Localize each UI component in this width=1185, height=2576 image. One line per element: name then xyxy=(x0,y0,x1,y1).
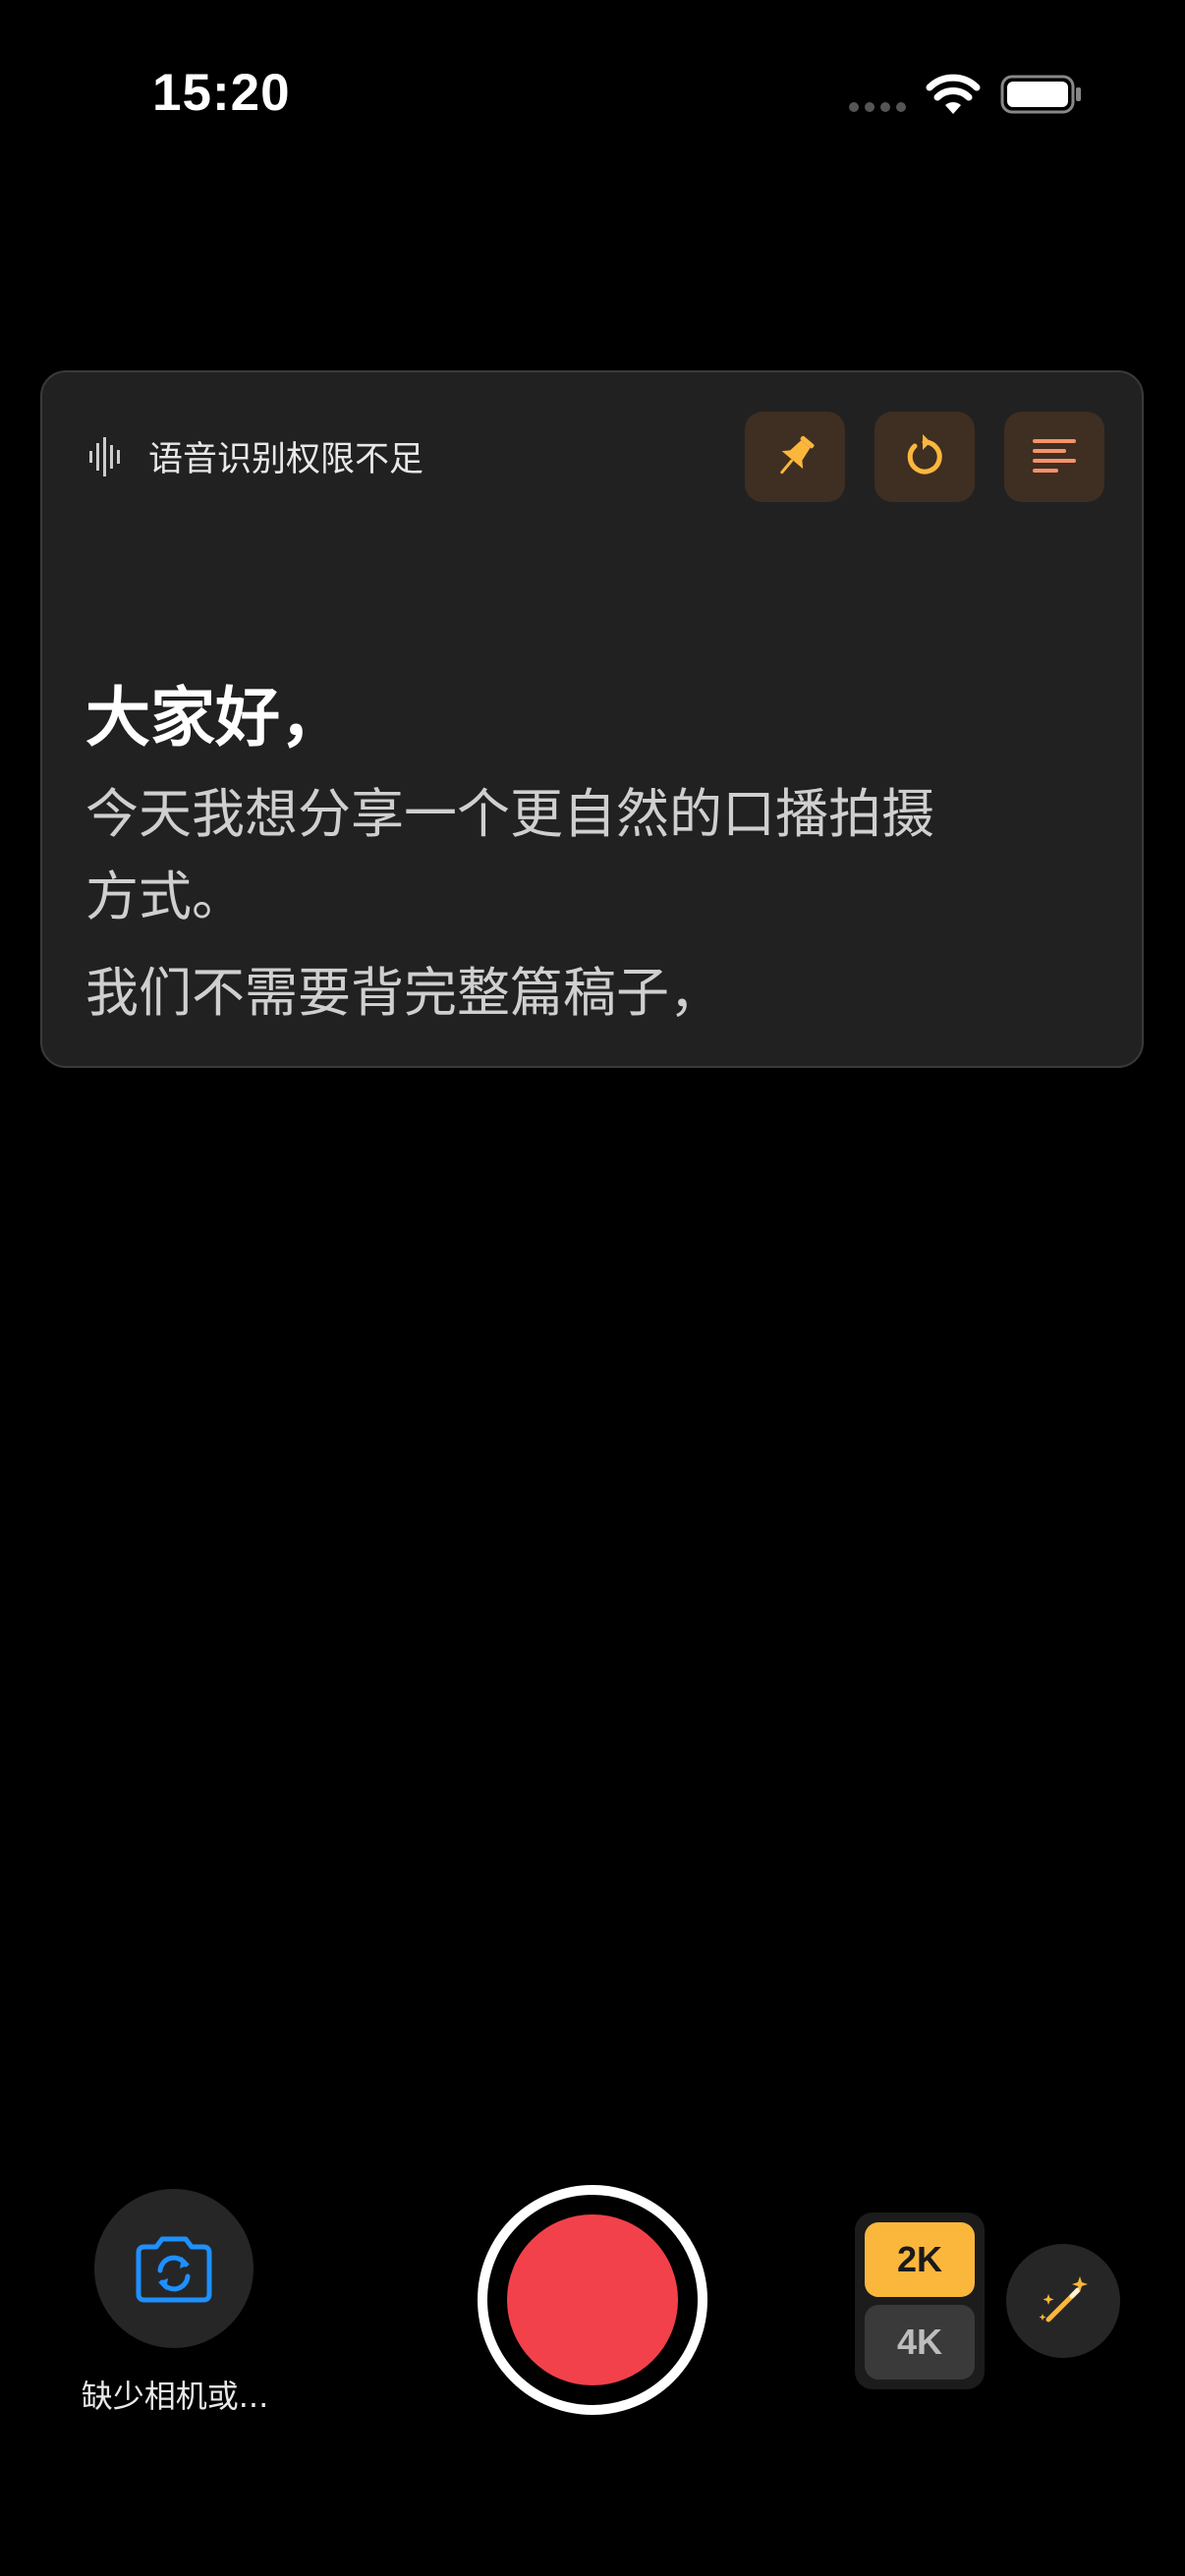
flip-camera-label: 缺少相机或... xyxy=(81,2378,269,2415)
text-align-icon xyxy=(1033,439,1076,473)
battery-icon xyxy=(1000,75,1081,114)
record-button[interactable] xyxy=(478,2185,707,2415)
pin-button[interactable] xyxy=(745,412,845,502)
camera-flip-icon xyxy=(136,2236,212,2303)
text-align-button[interactable] xyxy=(1004,412,1104,502)
flip-camera-button[interactable] xyxy=(94,2189,254,2348)
record-indicator xyxy=(507,2214,678,2385)
recognition-status-text: 语音识别权限不足 xyxy=(148,440,424,479)
magic-wand-icon xyxy=(1039,2276,1088,2323)
signal-dots-icon xyxy=(849,102,906,112)
resolution-selector: 2K 4K xyxy=(855,2212,985,2389)
recognition-status: 语音识别权限不足 xyxy=(87,431,423,481)
waveform-icon xyxy=(89,436,120,476)
resolution-option-2k[interactable]: 2K xyxy=(865,2222,975,2297)
reset-button[interactable] xyxy=(875,412,975,502)
beauty-effects-button[interactable] xyxy=(1006,2244,1120,2358)
pin-icon xyxy=(780,435,815,475)
wifi-icon xyxy=(926,74,981,114)
script-line: 今天我想分享一个更自然的口播拍摄方式。 xyxy=(85,783,934,927)
reset-icon xyxy=(907,434,942,475)
status-time: 15:20 xyxy=(152,64,291,122)
script-line: 我们不需要背完整篇稿子， xyxy=(85,962,722,1024)
resolution-option-4k[interactable]: 4K xyxy=(865,2305,975,2380)
teleprompter-card: 语音识别权限不足 大家好， 今天我想分享一个更自然的口播拍摄方式。 我们不需要背… xyxy=(40,370,1144,1068)
script-heading: 大家好， xyxy=(85,680,345,756)
